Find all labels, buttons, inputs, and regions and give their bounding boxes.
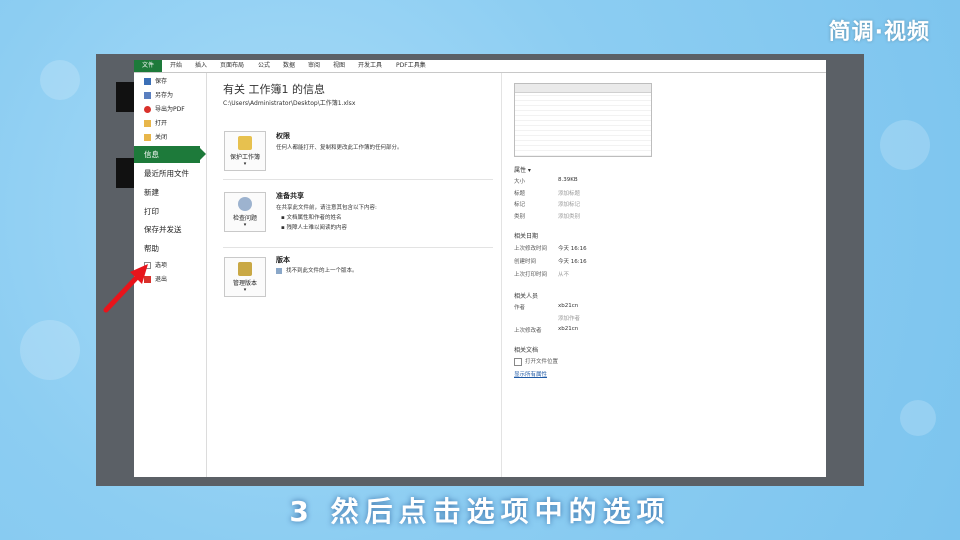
- prop-value: 8.39KB: [558, 177, 578, 183]
- prop-title-field[interactable]: 添加标题: [558, 189, 580, 197]
- section-desc: 在共享此文件前，请注意其包含以下内容:: [276, 205, 377, 211]
- add-author-field[interactable]: 添加作者: [558, 314, 580, 322]
- sidebar-item-save[interactable]: 保存: [144, 77, 167, 87]
- sidebar-item-help[interactable]: 帮助: [144, 241, 159, 257]
- date-value: 今天 16:16: [558, 259, 587, 265]
- preview-toolbar: [515, 84, 651, 93]
- prop-tags-field[interactable]: 添加标记: [558, 200, 580, 208]
- lock-icon: [238, 136, 252, 150]
- section-bullet: ▪ 残障人士难以阅读的内容: [281, 225, 347, 231]
- section-heading: 版本: [276, 256, 290, 264]
- version-icon: [276, 267, 282, 274]
- prop-category-field[interactable]: 添加类别: [558, 212, 580, 220]
- info-panel: 有关 工作簿1 的信息 C:\Users\Administrator\Deskt…: [207, 73, 501, 477]
- sidebar-item-label: 导出为PDF: [155, 106, 185, 113]
- sidebar-item-print[interactable]: 打印: [144, 204, 159, 220]
- versions-section: 管理版本 ▾ 版本 找不到此文件的上一个版本。: [223, 251, 493, 305]
- sidebar-item-label: 另存为: [155, 92, 174, 99]
- chevron-down-icon: ▾: [243, 287, 247, 293]
- button-label: 保护工作簿: [229, 154, 260, 161]
- bg-bubble: [900, 400, 936, 436]
- prop-label: 标题: [514, 191, 526, 197]
- file-path: C:\Users\Administrator\Desktop\工作簿1.xlsx: [223, 100, 356, 107]
- tab-insert[interactable]: 插入: [195, 60, 207, 72]
- sidebar-item-save-as[interactable]: 另存为: [144, 91, 173, 101]
- tab-formulas[interactable]: 公式: [258, 60, 270, 72]
- author-label: 作者: [514, 305, 526, 311]
- protect-workbook-button[interactable]: 保护工作簿 ▾: [224, 131, 266, 171]
- watermark-logo: 简调·视频: [828, 20, 930, 45]
- sidebar-item-info[interactable]: 信息: [134, 146, 206, 163]
- versions-icon: [238, 262, 252, 276]
- section-heading: 权限: [276, 132, 290, 140]
- author-value: xb21cn: [558, 303, 579, 309]
- folder-open-icon: [144, 120, 151, 127]
- bg-bubble: [20, 320, 80, 380]
- sidebar-item-label: 保存: [155, 78, 168, 85]
- date-label: 上次打印时间: [514, 272, 548, 278]
- tab-home[interactable]: 开始: [170, 60, 182, 72]
- docs-heading: 相关文档: [514, 347, 539, 354]
- prop-label: 类别: [514, 214, 526, 220]
- tab-data[interactable]: 数据: [283, 60, 295, 72]
- sidebar-item-save-send[interactable]: 保存并发送: [144, 222, 182, 238]
- section-desc: 任何人都能打开、复制和更改此工作簿的任何部分。: [276, 145, 403, 151]
- ribbon: 文件 开始 插入 页面布局 公式 数据 审阅 视图 开发工具 PDF工具集: [134, 60, 826, 73]
- section-heading: 准备共享: [276, 192, 304, 200]
- tab-pdf-tools[interactable]: PDF工具集: [396, 60, 426, 72]
- pdf-icon: [144, 106, 151, 113]
- date-value: 今天 16:16: [558, 246, 587, 252]
- folder-close-icon: [144, 134, 151, 141]
- tab-review[interactable]: 审阅: [308, 60, 320, 72]
- page-title: 有关 工作簿1 的信息: [223, 83, 325, 96]
- excel-window: 文件 开始 插入 页面布局 公式 数据 审阅 视图 开发工具 PDF工具集 保存…: [134, 60, 826, 477]
- frame-edge-artifact: [116, 158, 134, 188]
- check-issues-button[interactable]: 检查问题 ▾: [224, 192, 266, 232]
- bg-bubble: [880, 120, 930, 170]
- video-caption: 3 然后点击选项中的选项: [289, 495, 671, 528]
- prepare-sharing-section: 检查问题 ▾ 准备共享 在共享此文件前，请注意其包含以下内容: ▪ 文档属性和作…: [223, 189, 493, 248]
- section-bullet: ▪ 文档属性和作者的姓名: [281, 215, 342, 221]
- properties-dropdown[interactable]: 属性 ▾: [514, 165, 531, 174]
- bg-bubble: [40, 60, 80, 100]
- sidebar-item-close[interactable]: 关闭: [144, 133, 167, 143]
- workbook-preview-thumbnail: [514, 83, 652, 157]
- chevron-down-icon: ▾: [243, 222, 247, 228]
- button-label: 管理版本: [232, 280, 257, 287]
- section-desc: 找不到此文件的上一个版本。: [276, 266, 358, 274]
- dates-heading: 相关日期: [514, 233, 539, 240]
- date-label: 上次修改时间: [514, 246, 548, 252]
- save-as-icon: [144, 92, 151, 99]
- sidebar-item-new[interactable]: 新建: [144, 185, 159, 201]
- frame-edge-artifact: [116, 82, 134, 112]
- sidebar-item-label: 打开: [155, 120, 168, 127]
- tab-page-layout[interactable]: 页面布局: [220, 60, 244, 72]
- tab-view[interactable]: 视图: [333, 60, 345, 72]
- show-all-properties-link[interactable]: 显示所有属性: [514, 370, 547, 378]
- red-pointer-arrow-icon: [103, 264, 148, 313]
- chevron-down-icon: ▾: [243, 161, 247, 167]
- modified-by-label: 上次修改者: [514, 328, 542, 334]
- people-heading: 相关人员: [514, 293, 539, 300]
- modified-by-value: xb21cn: [558, 326, 579, 332]
- sidebar-item-export-pdf[interactable]: 导出为PDF: [144, 105, 185, 115]
- date-label: 创建时间: [514, 259, 537, 265]
- file-tab[interactable]: 文件: [134, 60, 162, 72]
- permissions-section: 保护工作簿 ▾ 权限 任何人都能打开、复制和更改此工作簿的任何部分。: [223, 125, 493, 180]
- prop-label: 大小: [514, 179, 526, 185]
- save-icon: [144, 78, 151, 85]
- prop-label: 标记: [514, 202, 526, 208]
- sidebar-item-open[interactable]: 打开: [144, 119, 167, 129]
- manage-versions-button[interactable]: 管理版本 ▾: [224, 257, 266, 297]
- date-value: 从不: [558, 272, 570, 278]
- sidebar-item-recent[interactable]: 最近所用文件: [144, 166, 189, 182]
- button-label: 检查问题: [232, 215, 257, 222]
- folder-icon: [514, 357, 522, 366]
- inspect-icon: [238, 197, 252, 211]
- tab-developer[interactable]: 开发工具: [358, 60, 382, 72]
- open-file-location-link[interactable]: 打开文件位置: [514, 357, 558, 366]
- properties-panel: 属性 ▾ 大小 8.39KB 标题 添加标题 标记 添加标记 类别 添加类别 相…: [501, 73, 826, 477]
- sidebar-item-label: 关闭: [155, 134, 168, 141]
